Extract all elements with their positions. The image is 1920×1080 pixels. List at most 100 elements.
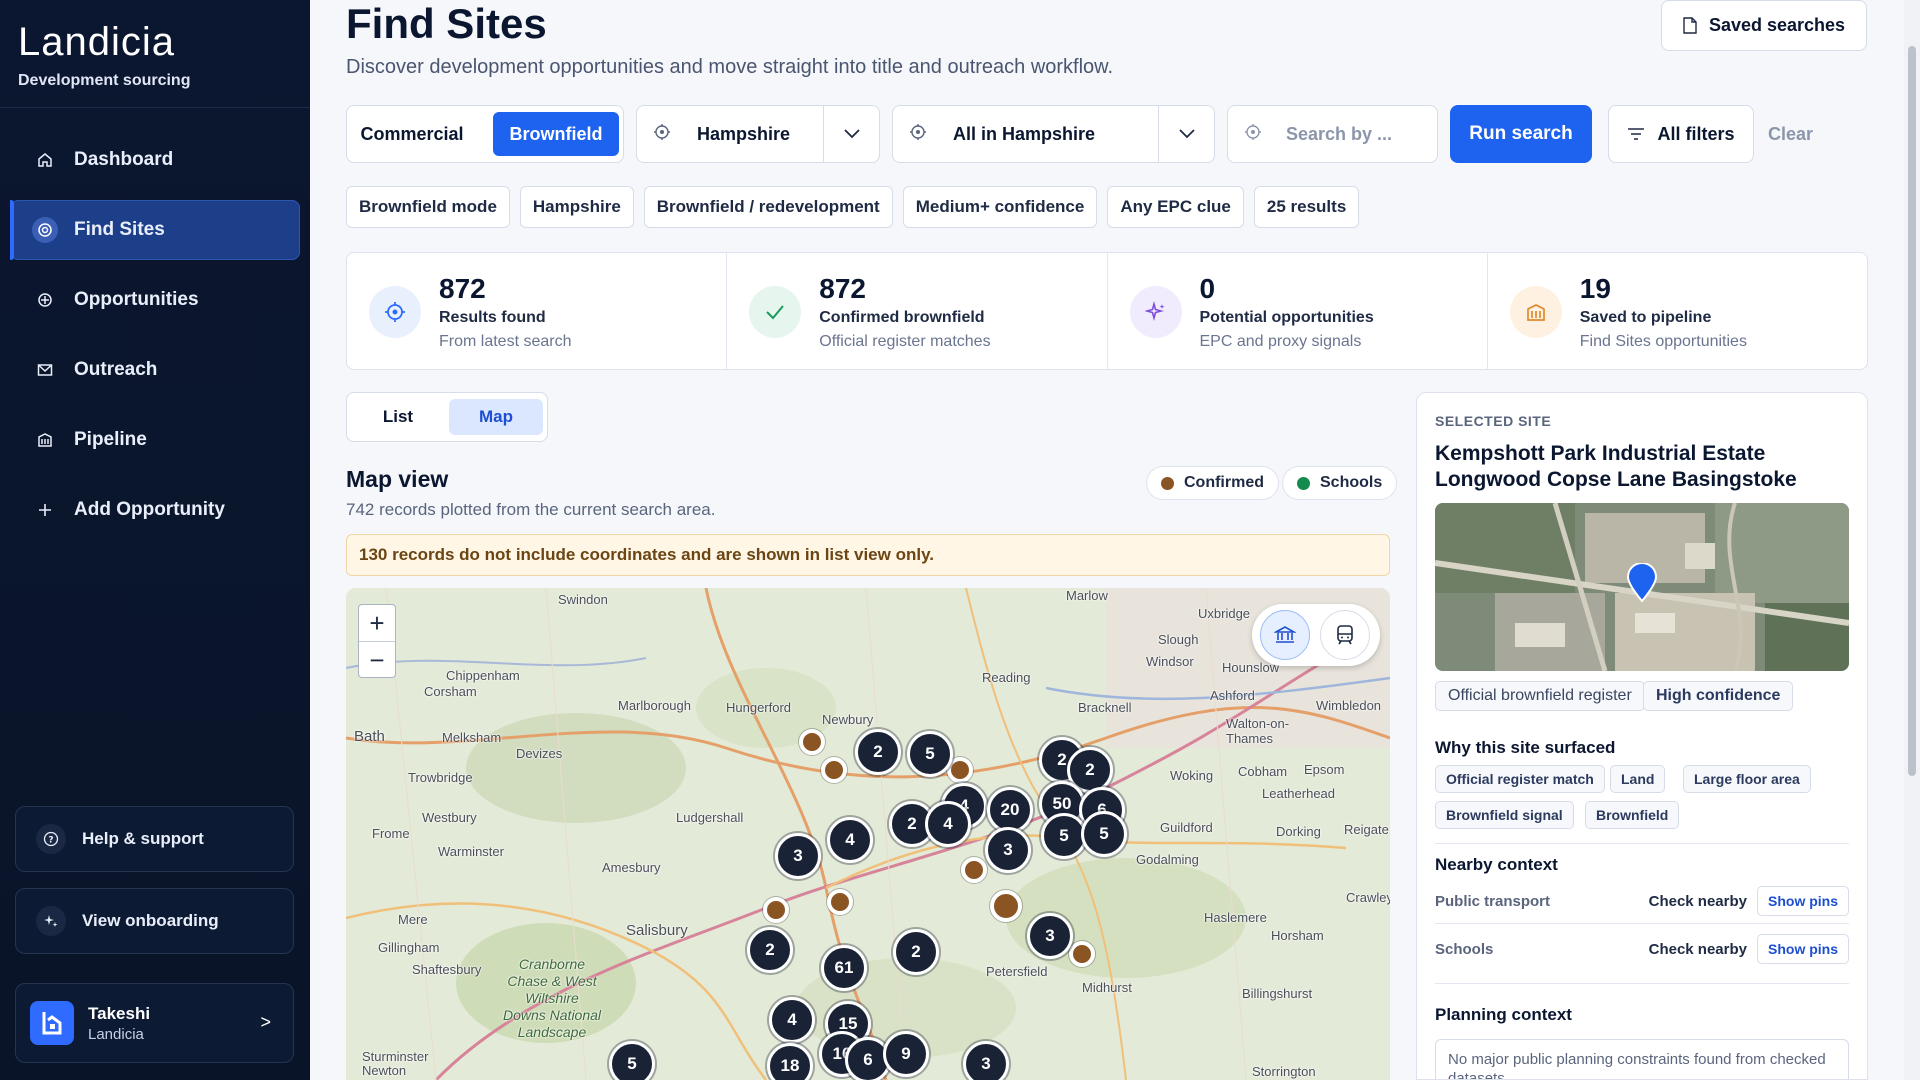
- map-canvas[interactable]: Swindon Marlow Uxbridge Slough Windsor H…: [346, 588, 1390, 1080]
- divider: [1435, 843, 1849, 844]
- legend-label: Schools: [1320, 474, 1383, 491]
- all-filters-button[interactable]: All filters: [1608, 105, 1754, 163]
- confirmed-site-pin[interactable]: [799, 729, 825, 755]
- landicia-logo-icon: [42, 1012, 62, 1035]
- mode-commercial-button[interactable]: Commercial: [357, 112, 467, 156]
- map-place-label: Shaftesbury: [412, 962, 482, 977]
- list-view-tab[interactable]: List: [355, 399, 441, 435]
- user-name: Takeshi: [88, 1003, 151, 1023]
- transport-layer-toggle[interactable]: [1320, 610, 1370, 660]
- sidebar-item-dashboard[interactable]: Dashboard: [10, 130, 300, 190]
- map-place-label: Wimbledon: [1316, 698, 1382, 713]
- schools-dot-icon: [1297, 476, 1310, 490]
- map-cluster[interactable]: 4: [925, 801, 971, 847]
- map-cluster[interactable]: 4: [769, 997, 815, 1043]
- help-support-label: Help & support: [82, 829, 204, 848]
- mode-brownfield-button[interactable]: Brownfield: [493, 112, 619, 156]
- map-cluster[interactable]: 9: [883, 1031, 929, 1077]
- county-select[interactable]: Hampshire: [636, 105, 880, 163]
- map-place-label: Mere: [398, 912, 428, 927]
- confirmed-site-pin[interactable]: [821, 757, 847, 783]
- map-cluster[interactable]: 5: [907, 731, 953, 777]
- filter-chip[interactable]: Any EPC clue: [1107, 186, 1244, 228]
- stat-label: Saved to pipeline: [1579, 309, 1712, 326]
- clear-button[interactable]: Clear: [1768, 105, 1838, 163]
- sidebar-item-opportunities[interactable]: Opportunities: [10, 270, 300, 330]
- confirmed-site-pin[interactable]: [961, 857, 987, 883]
- document-icon: [1683, 17, 1697, 34]
- why-heading: Why this site surfaced: [1435, 738, 1616, 757]
- nearby-status: Check nearby: [1648, 940, 1747, 958]
- building-icon: [1509, 286, 1562, 338]
- map-cluster[interactable]: 3: [985, 827, 1031, 873]
- brand-logo[interactable]: Landicia: [18, 22, 292, 62]
- map-place-label: Horsham: [1271, 928, 1324, 943]
- map-cluster[interactable]: 3: [775, 833, 821, 879]
- map-zoom-control: + −: [358, 604, 396, 678]
- zoom-out-button[interactable]: −: [359, 642, 395, 679]
- search-input[interactable]: Search by ...: [1227, 105, 1438, 163]
- stat-sub: EPC and proxy signals: [1199, 333, 1362, 350]
- stat-value: 0: [1199, 273, 1216, 304]
- zoom-in-button[interactable]: +: [359, 605, 395, 642]
- confirmed-site-pin[interactable]: [763, 897, 789, 923]
- map-cluster[interactable]: 3: [1027, 913, 1073, 959]
- map-cluster[interactable]: 61: [821, 945, 867, 991]
- map-cluster[interactable]: 5: [609, 1041, 655, 1080]
- chevron-down-icon[interactable]: [1158, 106, 1214, 162]
- map-cluster[interactable]: 4: [827, 817, 873, 863]
- selected-site-panel: SELECTED SITE Kempshott Park Industrial …: [1416, 392, 1868, 1080]
- home-icon: [36, 151, 54, 169]
- run-search-button[interactable]: Run search: [1450, 105, 1592, 163]
- plus-icon: [36, 501, 54, 519]
- map-cluster[interactable]: 2: [893, 929, 939, 975]
- help-support-button[interactable]: ? Help & support: [15, 806, 294, 872]
- saved-searches-button[interactable]: Saved searches: [1661, 0, 1867, 51]
- user-account-card[interactable]: Takeshi Landicia >: [15, 983, 294, 1063]
- schools-layer-toggle[interactable]: [1260, 610, 1310, 660]
- area-select[interactable]: All in Hampshire: [892, 105, 1215, 163]
- legend-confirmed[interactable]: Confirmed: [1146, 466, 1279, 500]
- map-place-label: Walton-on-Thames: [1226, 716, 1290, 746]
- map-place-label: Corsham: [424, 684, 477, 699]
- view-onboarding-button[interactable]: View onboarding: [15, 888, 294, 954]
- confirmed-site-pin[interactable]: [827, 889, 853, 915]
- filter-chip[interactable]: Brownfield mode: [346, 186, 510, 228]
- sidebar: Landicia Development sourcing Dashboard …: [0, 0, 310, 1080]
- sidebar-item-add-opportunity[interactable]: Add Opportunity: [10, 480, 300, 540]
- mode-segmented-control: Commercial Brownfield: [346, 105, 624, 163]
- mail-icon: [36, 361, 54, 379]
- area-value: All in Hampshire: [953, 123, 1096, 144]
- filter-chip[interactable]: Medium+ confidence: [902, 186, 1098, 228]
- map-cluster[interactable]: 5: [1081, 811, 1127, 857]
- satellite-image[interactable]: [1435, 503, 1849, 671]
- confirmed-site-pin[interactable]: [1069, 941, 1095, 967]
- map-view-tab[interactable]: Map: [449, 399, 543, 435]
- sidebar-item-outreach[interactable]: Outreach: [10, 340, 300, 400]
- selected-site-eyebrow: SELECTED SITE: [1435, 413, 1552, 429]
- stat-results-found: 872 Results found From latest search: [347, 253, 728, 369]
- reason-tag: Brownfield: [1585, 801, 1680, 829]
- site-tag-source: Official brownfield register: [1435, 681, 1645, 711]
- confirmed-site-pin[interactable]: [990, 890, 1022, 922]
- coordinates-notice: 130 records do not include coordinates a…: [346, 534, 1390, 576]
- county-value: Hampshire: [697, 123, 791, 144]
- filter-chip[interactable]: 25 results: [1253, 186, 1360, 228]
- map-cluster[interactable]: 3: [963, 1041, 1009, 1080]
- legend-schools[interactable]: Schools: [1282, 466, 1398, 500]
- reason-tag: Large floor area: [1683, 765, 1811, 793]
- filter-chip[interactable]: Hampshire: [519, 186, 634, 228]
- sidebar-nav: Dashboard Find Sites Opportunities Outre…: [0, 108, 310, 540]
- sidebar-item-find-sites[interactable]: Find Sites: [10, 200, 300, 260]
- scrollbar-thumb[interactable]: [1908, 46, 1916, 776]
- show-transport-pins-button[interactable]: Show pins: [1757, 886, 1849, 916]
- map-place-label: Reading: [982, 670, 1031, 685]
- sidebar-item-pipeline[interactable]: Pipeline: [10, 410, 300, 470]
- svg-text:?: ?: [48, 836, 53, 846]
- filter-chip[interactable]: Brownfield / redevelopment: [643, 186, 893, 228]
- map-place-label: Melksham: [442, 730, 502, 745]
- map-cluster[interactable]: 2: [747, 927, 793, 973]
- show-schools-pins-button[interactable]: Show pins: [1757, 934, 1849, 964]
- map-cluster[interactable]: 2: [855, 729, 901, 775]
- chevron-down-icon[interactable]: [823, 106, 879, 162]
